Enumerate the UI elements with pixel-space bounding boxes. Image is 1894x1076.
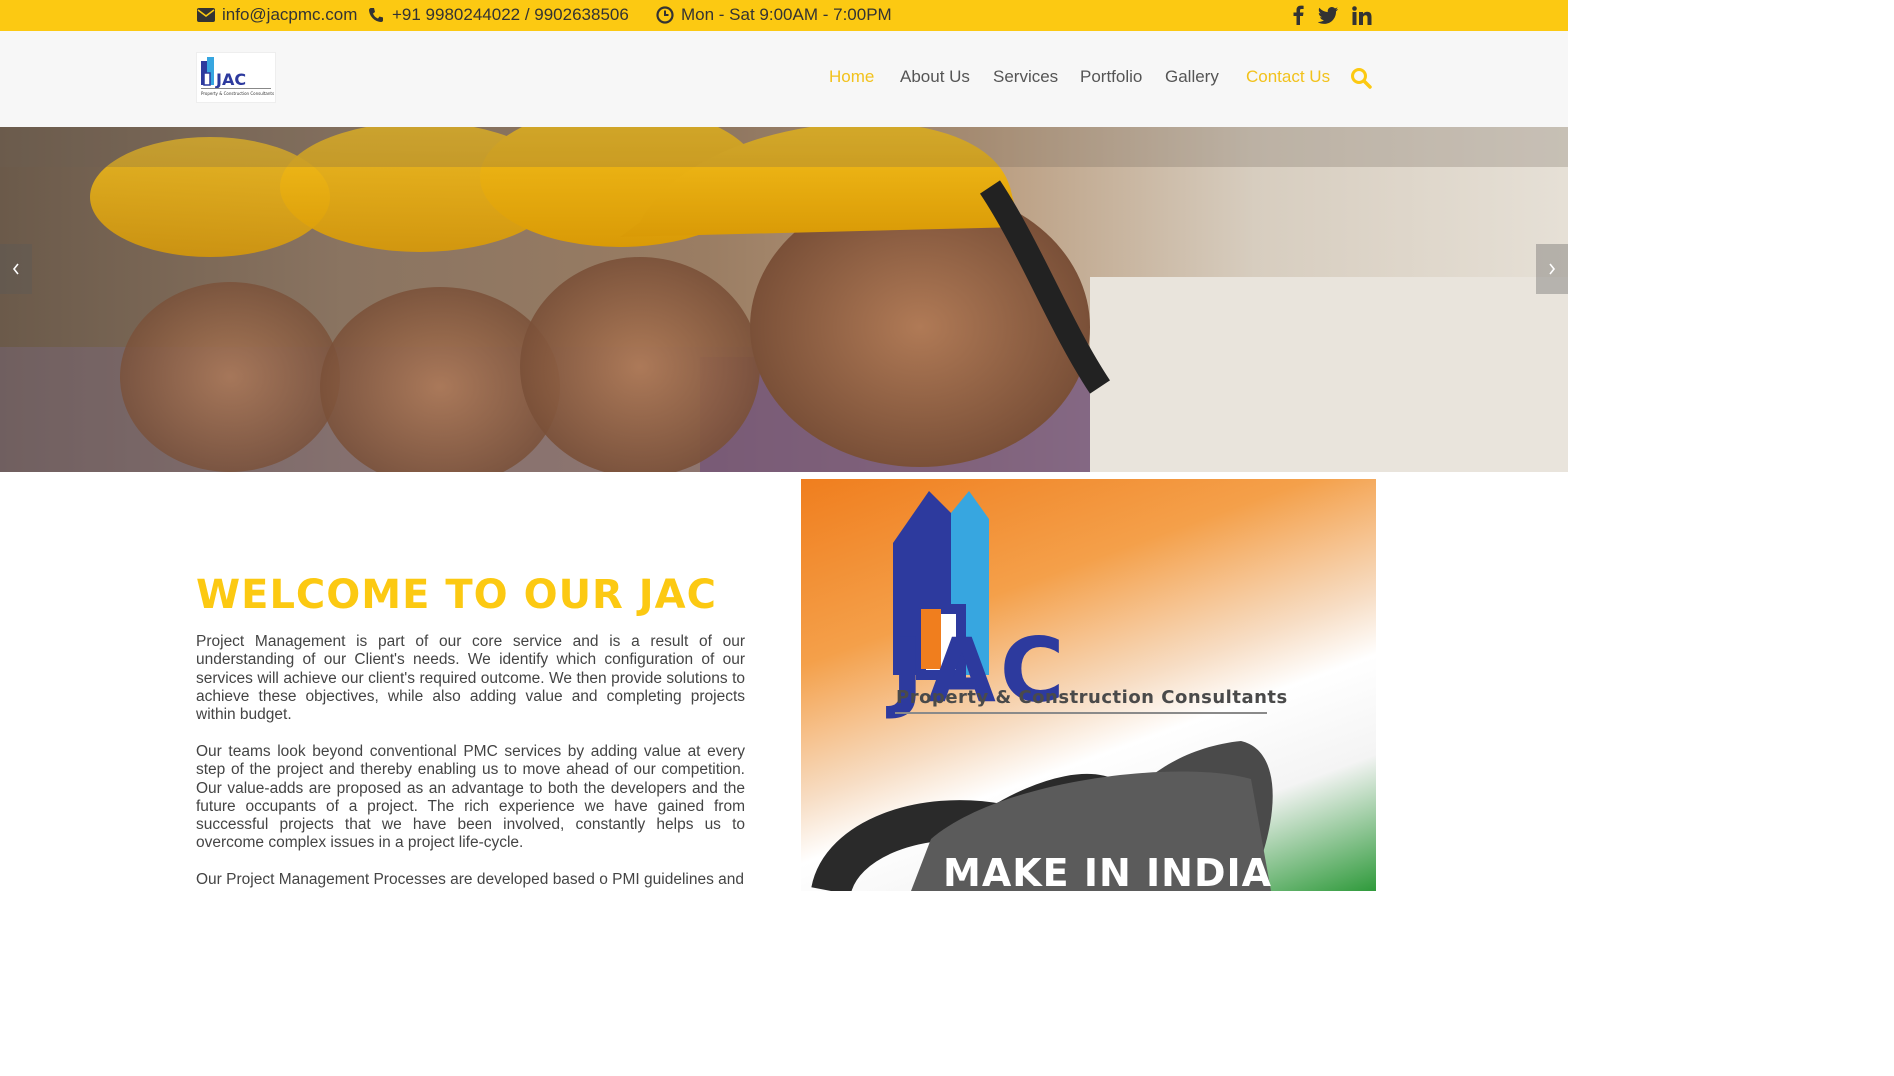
facebook-icon[interactable]	[1286, 3, 1310, 27]
business-hours: Mon - Sat 9:00AM - 7:00PM	[655, 4, 892, 26]
intro-paragraph-3: Our Project Management Processes are dev…	[196, 871, 744, 888]
clock-icon	[655, 5, 675, 25]
site-logo[interactable]: JAC Property & Construction Consultants	[196, 52, 276, 103]
hero-slider	[0, 127, 1568, 472]
promo-slogan: MAKE IN INDIA	[943, 851, 1273, 891]
promo-subtitle: Property & Construction Consultants	[896, 687, 1288, 708]
promo-divider	[895, 712, 1267, 714]
phone-icon	[366, 5, 386, 25]
nav-about-us[interactable]: About Us	[900, 67, 970, 91]
welcome-heading: WELCOME TO OUR JAC	[196, 572, 717, 618]
logo-tagline: Property & Construction Consultants	[201, 91, 274, 96]
chevron-left-icon	[12, 263, 19, 275]
make-in-india-banner: JAC Property & Construction Consultants …	[801, 479, 1376, 891]
search-icon[interactable]	[1350, 67, 1372, 89]
slider-next-button[interactable]	[1536, 244, 1568, 294]
hero-image	[0, 127, 1568, 472]
hours-text: Mon - Sat 9:00AM - 7:00PM	[681, 5, 892, 24]
slider-prev-button[interactable]	[0, 244, 32, 294]
main-header: JAC Property & Construction Consultants …	[0, 31, 1568, 127]
contact-phone[interactable]: +91 9980244022 / 9902638506	[366, 4, 629, 26]
nav-services[interactable]: Services	[993, 67, 1058, 91]
chevron-right-icon	[1549, 263, 1556, 275]
twitter-icon[interactable]	[1316, 3, 1340, 27]
email-text: info@jacpmc.com	[222, 5, 358, 24]
contact-email[interactable]: info@jacpmc.com	[196, 4, 357, 26]
nav-home[interactable]: Home	[829, 67, 874, 91]
promo-logo-mark	[811, 491, 1273, 891]
top-bar: info@jacpmc.com +91 9980244022 / 9902638…	[0, 0, 1568, 31]
intro-paragraph-1: Project Management is part of our core s…	[196, 633, 745, 724]
phone-text: +91 9980244022 / 9902638506	[392, 5, 629, 24]
linkedin-icon[interactable]	[1350, 3, 1374, 27]
nav-contact-us[interactable]: Contact Us	[1246, 67, 1330, 91]
nav-portfolio[interactable]: Portfolio	[1080, 67, 1142, 91]
logo-text: JAC	[215, 70, 246, 89]
envelope-icon	[196, 5, 216, 25]
nav-gallery[interactable]: Gallery	[1165, 67, 1219, 91]
intro-paragraph-2: Our teams look beyond conventional PMC s…	[196, 743, 745, 852]
